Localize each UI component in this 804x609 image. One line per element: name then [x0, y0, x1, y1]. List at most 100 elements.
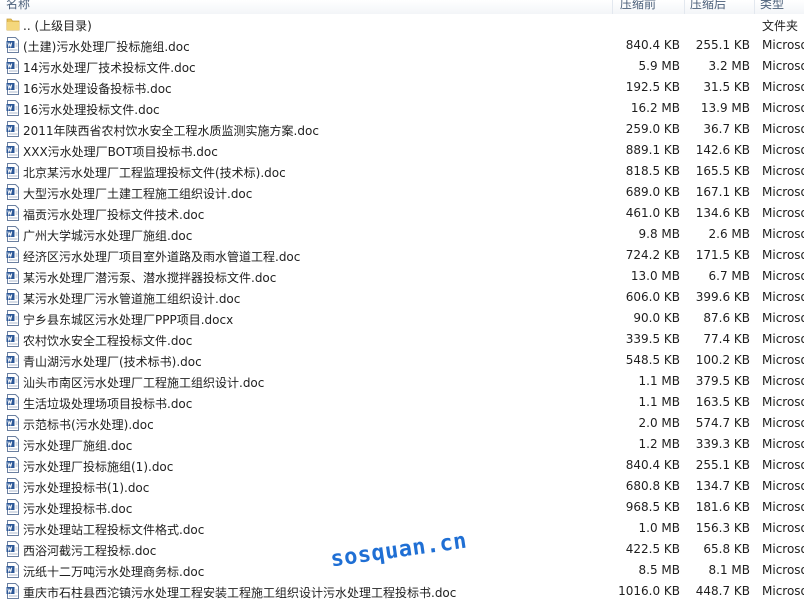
- original-size: 448.7 KB: [695, 584, 750, 598]
- compressed-size: 259.0 KB: [625, 122, 680, 136]
- file-name: 福贡污水处理厂投标文件技术.doc: [23, 208, 205, 222]
- file-row[interactable]: 某污水处理厂潜污泵、潜水搅拌器投标文件.doc 13.0 MB 6.7 MB Micr…: [0, 266, 804, 287]
- file-name: 示范标书(污水处理).doc: [23, 418, 154, 432]
- file-name: 重庆市石柱县西沱镇污水处理工程安装工程施工组织设计污水处理工程投标书.doc: [23, 586, 457, 600]
- file-type: Microso: [762, 269, 804, 283]
- file-row[interactable]: 沅纸十二万吨污水处理商务标.doc 8.5 MB 8.1 MB Microso: [0, 560, 804, 581]
- file-type: Microso: [762, 311, 804, 325]
- file-name: 大型污水处理厂土建工程施工组织设计.doc: [23, 187, 253, 201]
- folder-icon: [6, 18, 20, 31]
- word-doc-icon: [6, 436, 19, 452]
- compressed-size: 968.5 KB: [625, 500, 680, 514]
- file-name: 2011年陕西省农村饮水安全工程水质监测实施方案.doc: [23, 124, 319, 138]
- compressed-size: 192.5 KB: [625, 80, 680, 94]
- compressed-size: 16.2 MB: [630, 101, 680, 115]
- column-header-type[interactable]: 类型: [760, 0, 784, 12]
- original-size: 100.2 KB: [695, 353, 750, 367]
- file-row[interactable]: 宁乡县东城区污水处理厂PPP项目.docx 90.0 KB 87.6 KB Micro…: [0, 308, 804, 329]
- column-header-original[interactable]: 压缩后: [690, 0, 726, 12]
- file-row[interactable]: 福贡污水处理厂投标文件技术.doc 461.0 KB 134.6 KB Microso: [0, 203, 804, 224]
- file-name: 污水处理厂投标施组(1).doc: [23, 460, 174, 474]
- file-name: 14污水处理厂技术投标文件.doc: [23, 61, 196, 75]
- file-row[interactable]: 汕头市南区污水处理厂工程施工组织设计.doc 1.1 MB 379.5 KB Micr…: [0, 371, 804, 392]
- word-doc-icon: [6, 289, 19, 305]
- file-type: Microso: [762, 395, 804, 409]
- file-name: 农村饮水安全工程投标文件.doc: [23, 334, 193, 348]
- compressed-size: 1.0 MB: [638, 521, 680, 535]
- file-name: 某污水处理厂污水管道施工组织设计.doc: [23, 292, 241, 306]
- original-size: 6.7 MB: [708, 269, 750, 283]
- file-row[interactable]: 污水处理厂施组.doc 1.2 MB 339.3 KB Microso: [0, 434, 804, 455]
- file-name: 污水处理站工程投标文件格式.doc: [23, 523, 205, 537]
- file-row[interactable]: 污水处理厂投标施组(1).doc 840.4 KB 255.1 KB Microso: [0, 455, 804, 476]
- original-size: 255.1 KB: [695, 38, 750, 52]
- original-size: 2.6 MB: [708, 227, 750, 241]
- compressed-size: 840.4 KB: [625, 458, 680, 472]
- file-row[interactable]: 示范标书(污水处理).doc 2.0 MB 574.7 KB Microso: [0, 413, 804, 434]
- file-row[interactable]: 污水处理站工程投标文件格式.doc 1.0 MB 156.3 KB Microso: [0, 518, 804, 539]
- compressed-size: 548.5 KB: [625, 353, 680, 367]
- file-row[interactable]: (土建)污水处理厂投标施组.doc 840.4 KB 255.1 KB Microso: [0, 35, 804, 56]
- file-row[interactable]: 某污水处理厂污水管道施工组织设计.doc 606.0 KB 399.6 KB Micr…: [0, 287, 804, 308]
- file-type: 文件夹: [762, 19, 799, 33]
- original-size: 65.8 KB: [703, 542, 750, 556]
- file-row[interactable]: 经济区污水处理厂项目室外道路及雨水管道工程.doc 724.2 KB 171.5 K…: [0, 245, 804, 266]
- word-doc-icon: [6, 226, 19, 242]
- compressed-size: 422.5 KB: [625, 542, 680, 556]
- column-divider[interactable]: [684, 0, 685, 14]
- original-size: 77.4 KB: [703, 332, 750, 346]
- compressed-size: 2.0 MB: [638, 416, 680, 430]
- file-row[interactable]: 14污水处理厂技术投标文件.doc 5.9 MB 3.2 MB Microso: [0, 56, 804, 77]
- original-size: 134.6 KB: [695, 206, 750, 220]
- file-row[interactable]: 2011年陕西省农村饮水安全工程水质监测实施方案.doc 259.0 KB 36.7…: [0, 119, 804, 140]
- file-name: (土建)污水处理厂投标施组.doc: [23, 40, 190, 54]
- file-row[interactable]: 16污水处理投标文件.doc 16.2 MB 13.9 MB Microso: [0, 98, 804, 119]
- word-doc-icon: [6, 205, 19, 221]
- parent-directory-row[interactable]: .. (上级目录) 文件夹: [0, 14, 804, 35]
- column-divider[interactable]: [754, 0, 755, 14]
- word-doc-icon: [6, 331, 19, 347]
- file-type: Microso: [762, 521, 804, 535]
- file-row[interactable]: 污水处理投标书.doc 968.5 KB 181.6 KB Microso: [0, 497, 804, 518]
- file-row[interactable]: 重庆市石柱县西沱镇污水处理工程安装工程施工组织设计污水处理工程投标书.doc 10…: [0, 581, 804, 602]
- column-header-compressed[interactable]: 压缩前: [620, 0, 656, 12]
- column-divider[interactable]: [612, 0, 613, 14]
- file-row[interactable]: 广州大学城污水处理厂施组.doc 9.8 MB 2.6 MB Microso: [0, 224, 804, 245]
- file-type: Microso: [762, 248, 804, 262]
- compressed-size: 689.0 KB: [625, 185, 680, 199]
- file-type: Microso: [762, 332, 804, 346]
- file-row[interactable]: XXX污水处理厂BOT项目投标书.doc 889.1 KB 142.6 KB Micr…: [0, 140, 804, 161]
- file-row[interactable]: 生活垃圾处理场项目投标书.doc 1.1 MB 163.5 KB Microso: [0, 392, 804, 413]
- compressed-size: 8.5 MB: [638, 563, 680, 577]
- original-size: 255.1 KB: [695, 458, 750, 472]
- compressed-size: 1.2 MB: [638, 437, 680, 451]
- file-name: 16污水处理设备投标书.doc: [23, 82, 172, 96]
- word-doc-icon: [6, 268, 19, 284]
- file-type: Microso: [762, 122, 804, 136]
- compressed-size: 680.8 KB: [625, 479, 680, 493]
- compressed-size: 1.1 MB: [638, 395, 680, 409]
- word-doc-icon: [6, 142, 19, 158]
- file-row[interactable]: 北京某污水处理厂工程监理投标文件(技术标).doc 818.5 KB 165.5 K…: [0, 161, 804, 182]
- compressed-size: 339.5 KB: [625, 332, 680, 346]
- column-header-name[interactable]: 名称: [6, 0, 30, 12]
- file-type: Microso: [762, 80, 804, 94]
- file-row[interactable]: 青山湖污水处理厂(技术标书).doc 548.5 KB 100.2 KB Micros…: [0, 350, 804, 371]
- original-size: 134.7 KB: [695, 479, 750, 493]
- file-type: Microso: [762, 38, 804, 52]
- word-doc-icon: [6, 373, 19, 389]
- original-size: 142.6 KB: [695, 143, 750, 157]
- word-doc-icon: [6, 310, 19, 326]
- file-type: Microso: [762, 164, 804, 178]
- original-size: 399.6 KB: [695, 290, 750, 304]
- file-type: Microso: [762, 101, 804, 115]
- file-row[interactable]: 农村饮水安全工程投标文件.doc 339.5 KB 77.4 KB Microso: [0, 329, 804, 350]
- file-row[interactable]: 16污水处理设备投标书.doc 192.5 KB 31.5 KB Microso: [0, 77, 804, 98]
- word-doc-icon: [6, 562, 19, 578]
- original-size: 31.5 KB: [703, 80, 750, 94]
- file-row[interactable]: 污水处理投标书(1).doc 680.8 KB 134.7 KB Microso: [0, 476, 804, 497]
- file-name: XXX污水处理厂BOT项目投标书.doc: [23, 145, 218, 159]
- file-row[interactable]: 大型污水处理厂土建工程施工组织设计.doc 689.0 KB 167.1 KB Mic…: [0, 182, 804, 203]
- word-doc-icon: [6, 583, 19, 599]
- file-name: 污水处理投标书.doc: [23, 502, 133, 516]
